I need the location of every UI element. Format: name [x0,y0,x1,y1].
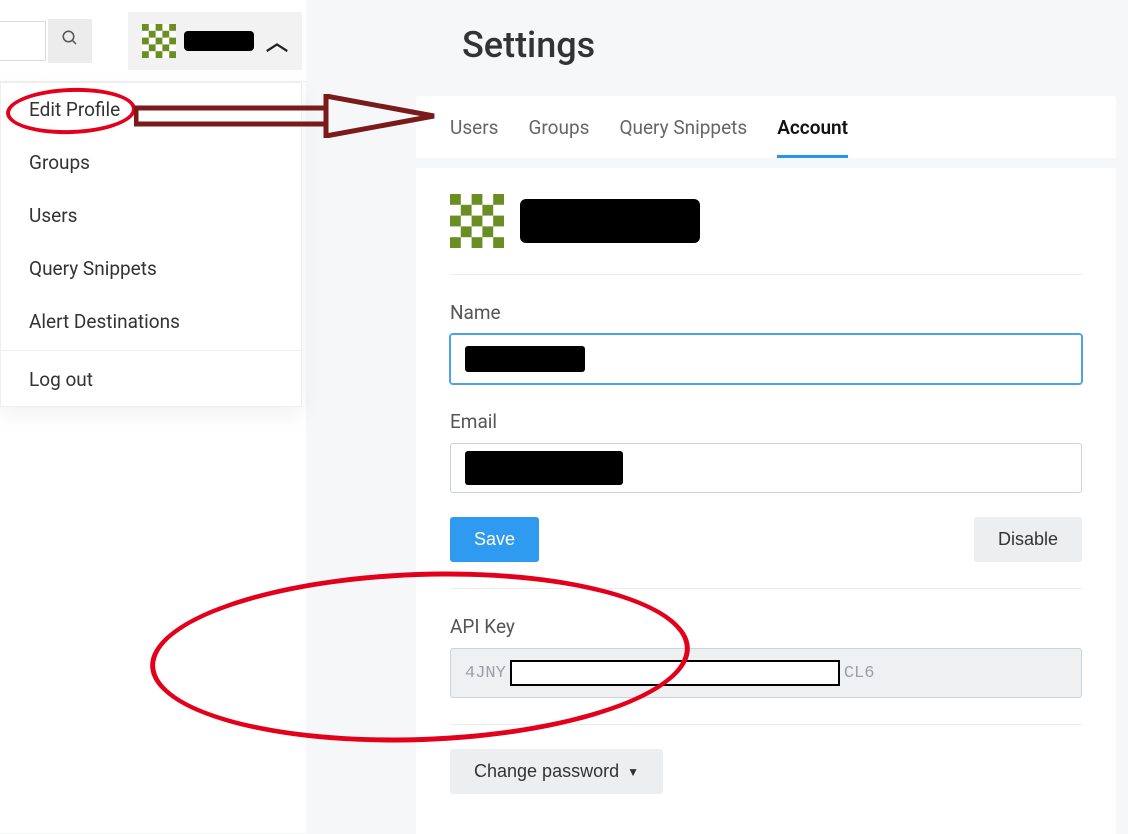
email-value-redacted [465,451,623,485]
menu-separator [1,350,301,351]
settings-tabs: Users Groups Query Snippets Account [416,96,1116,158]
user-dropdown: Edit Profile Groups Users Query Snippets… [0,82,302,407]
email-input[interactable] [450,443,1082,493]
apikey-block: API Key 4JNY CL6 [450,615,1082,698]
menu-item-users[interactable]: Users [1,189,301,242]
search-field-edge[interactable] [0,21,46,61]
caret-down-icon: ▼ [627,765,639,779]
name-value-redacted [465,346,585,372]
name-label: Name [450,301,1082,324]
top-bar: ︿ [0,0,306,82]
tab-query-snippets[interactable]: Query Snippets [619,116,747,158]
apikey-redacted [510,660,840,686]
tab-users[interactable]: Users [450,116,498,158]
menu-item-alert-destinations[interactable]: Alert Destinations [1,295,301,348]
apikey-label: API Key [450,615,1082,638]
account-panel: Name Email Save Disable API Key 4JNY CL6 [416,168,1116,834]
divider [450,724,1082,725]
tab-groups[interactable]: Groups [528,116,589,158]
tab-account[interactable]: Account [777,116,848,158]
profile-header [450,194,1082,275]
settings-main: Settings Users Groups Query Snippets Acc… [416,0,1116,833]
menu-item-logout[interactable]: Log out [1,353,301,406]
search-button[interactable] [48,19,92,63]
user-menu-toggle[interactable]: ︿ [128,12,302,70]
change-password-button[interactable]: Change password ▼ [450,749,663,794]
search-icon [61,29,79,52]
avatar-identicon-large [450,194,504,248]
name-field-block: Name [450,301,1082,384]
page-title: Settings [462,24,1116,66]
username-redacted [184,31,254,51]
apikey-value[interactable]: 4JNY CL6 [450,648,1082,698]
profile-name-redacted [520,199,700,243]
name-input[interactable] [450,334,1082,384]
email-field-block: Email [450,410,1082,493]
menu-item-query-snippets[interactable]: Query Snippets [1,242,301,295]
save-button[interactable]: Save [450,517,539,562]
email-label: Email [450,410,1082,433]
apikey-prefix: 4JNY [465,664,506,683]
menu-item-edit-profile[interactable]: Edit Profile [1,83,301,136]
disable-button[interactable]: Disable [974,517,1082,562]
apikey-suffix: CL6 [844,664,875,683]
form-actions: Save Disable [450,517,1082,589]
avatar-identicon [142,24,176,58]
change-password-label: Change password [474,761,619,782]
menu-item-groups[interactable]: Groups [1,136,301,189]
left-panel: ︿ Edit Profile Groups Users Query Snippe… [0,0,306,833]
chevron-up-icon: ︿ [266,25,288,57]
